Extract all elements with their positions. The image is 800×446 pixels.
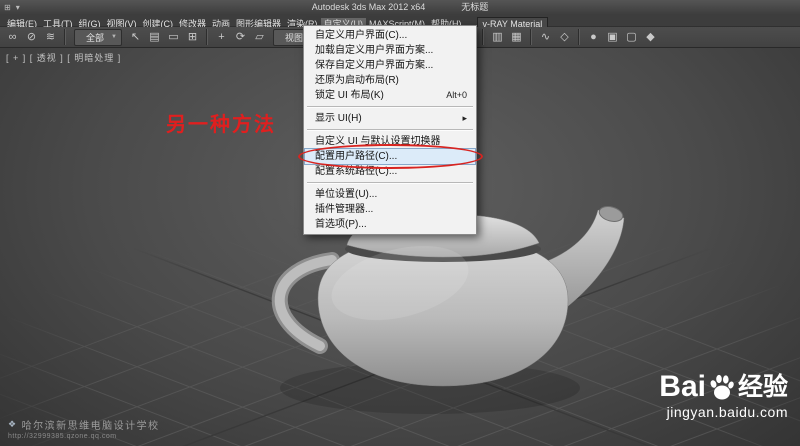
render-setup-icon[interactable]: ▣ xyxy=(604,29,621,46)
annotation-text: 另一种方法 xyxy=(166,108,276,137)
menu-item[interactable]: 还原为启动布局(R) xyxy=(305,73,475,88)
school-name: 哈尔滨新思维电脑设计学校 xyxy=(22,417,160,432)
chevron-down-icon: ▼ xyxy=(111,34,117,40)
baidu-brand-latin: Bai xyxy=(659,373,706,401)
toolbar-cell xyxy=(578,29,580,45)
schematic-view-icon[interactable]: ◇ xyxy=(556,29,573,46)
select-and-scale-icon[interactable]: ▱ xyxy=(251,29,268,46)
window-crossing-icon[interactable]: ⊞ xyxy=(184,29,201,46)
baidu-paw-icon xyxy=(709,373,735,401)
menu-item[interactable]: 自定义 UI 与默认设置切换器 xyxy=(305,134,475,149)
menu-item[interactable]: 保存自定义用户界面方案... xyxy=(305,58,475,73)
menu-item xyxy=(307,106,473,108)
select-and-move-icon[interactable]: + xyxy=(213,29,230,46)
menu-item[interactable]: 自定义用户界面(C)... xyxy=(305,28,475,43)
window-title: Autodesk 3ds Max 2012 x64 xyxy=(312,2,426,12)
3dsmax-window: ⊞▾ Autodesk 3ds Max 2012 x64无标题 编辑(E)工具(… xyxy=(0,0,800,446)
select-and-rotate-icon[interactable]: ⟳ xyxy=(232,29,249,46)
document-title: 无标题 xyxy=(461,2,488,12)
select-by-name-icon[interactable]: ▤ xyxy=(146,29,163,46)
customize-menu: 自定义用户界面(C)... 加载自定义用户界面方案... 保存自定义用户界面方案… xyxy=(303,25,477,235)
material-editor-icon[interactable]: ● xyxy=(585,29,602,46)
rendered-frame-window-icon[interactable]: ▢ xyxy=(623,29,640,46)
ribbon-toggle-icon[interactable]: ▦ xyxy=(508,29,525,46)
menu-item-configure-user-paths[interactable]: 配置用户路径(C)... xyxy=(305,149,475,164)
title-bar: ⊞▾ Autodesk 3ds Max 2012 x64无标题 xyxy=(0,0,800,15)
curve-editor-icon[interactable]: ∿ xyxy=(537,29,554,46)
render-production-icon[interactable]: ◆ xyxy=(642,29,659,46)
school-url: http://32999385.qzone.qq.com xyxy=(8,433,160,440)
school-logo-icon: ❖ xyxy=(8,419,18,430)
baidu-url: jingyan.baidu.com xyxy=(659,404,788,420)
menu-item[interactable]: 加载自定义用户界面方案... xyxy=(305,43,475,58)
toolbar-cell xyxy=(530,29,532,45)
toolbar-cell xyxy=(206,29,208,45)
viewport-label[interactable]: [ + ] [ 透视 ] [ 明暗处理 ] xyxy=(6,51,121,64)
select-and-link-icon[interactable]: ∞ xyxy=(4,29,21,46)
menu-item xyxy=(307,129,473,131)
menu-item[interactable]: 单位设置(U)... xyxy=(305,187,475,202)
unlink-selection-icon[interactable]: ⊘ xyxy=(23,29,40,46)
bind-to-space-warp-icon[interactable]: ≋ xyxy=(42,29,59,46)
layer-manager-icon[interactable]: ▥ xyxy=(489,29,506,46)
menu-item[interactable]: 插件管理器... xyxy=(305,202,475,217)
toolbar-cell xyxy=(64,29,66,45)
menu-item[interactable]: 锁定 UI 布局(K)Alt+0 xyxy=(305,88,475,103)
toolbar-cell xyxy=(482,29,484,45)
baidu-watermark: Bai 经验 jingyan.baidu.com xyxy=(659,373,788,420)
selection-filter-dropdown[interactable]: 全部▼ xyxy=(74,29,122,46)
menu-item xyxy=(307,182,473,184)
baidu-brand-cjk: 经验 xyxy=(738,374,788,401)
menu-item[interactable]: 配置系统路径(C)... xyxy=(305,164,475,179)
rectangular-selection-icon[interactable]: ▭ xyxy=(165,29,182,46)
menu-item[interactable]: 首选项(P)... xyxy=(305,217,475,232)
school-watermark: ❖ 哈尔滨新思维电脑设计学校 http://32999385.qzone.qq.… xyxy=(8,417,160,440)
menu-item[interactable]: 显示 UI(H)▸ xyxy=(305,111,475,126)
select-object-icon[interactable]: ↖ xyxy=(127,29,144,46)
